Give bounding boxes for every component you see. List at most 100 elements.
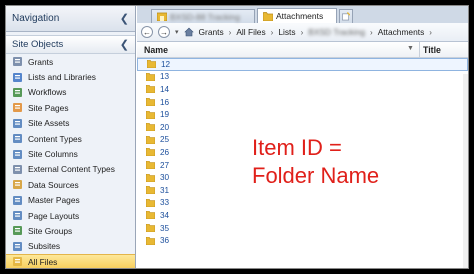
vertical-scrollbar[interactable] xyxy=(463,74,468,268)
collapse-site-objects-icon[interactable]: ❮ xyxy=(120,38,129,51)
breadcrumb-separator: › xyxy=(228,27,232,37)
breadcrumb-all-files[interactable]: All Files xyxy=(236,27,265,37)
sidebar-item-subsites[interactable]: Subsites xyxy=(6,239,135,254)
back-button[interactable]: ← xyxy=(141,26,153,38)
content-types-icon xyxy=(12,133,23,144)
column-title-label: Title xyxy=(423,45,441,55)
sidebar-item-label: Site Assets xyxy=(28,118,70,129)
folder-name[interactable]: 25 xyxy=(160,135,169,144)
folder-name[interactable]: 33 xyxy=(160,198,169,207)
folder-name[interactable]: 31 xyxy=(160,186,169,195)
folder-row[interactable]: 35 xyxy=(137,222,468,235)
sidebar-item-site-groups[interactable]: Site Groups xyxy=(6,223,135,238)
sidebar-item-external-content-types[interactable]: External Content Types xyxy=(6,162,135,177)
site-objects-header[interactable]: Site Objects ❮ xyxy=(6,35,135,54)
folder-row[interactable]: 36 xyxy=(137,234,468,247)
folder-row[interactable]: 14 xyxy=(137,83,468,96)
folder-name[interactable]: 26 xyxy=(160,148,169,157)
sidebar-item-label: Workflows xyxy=(28,87,67,98)
folder-name[interactable]: 34 xyxy=(160,211,169,220)
annotation-callout: Item ID = Folder Name xyxy=(252,134,379,190)
sidebar-item-grants[interactable]: Grants xyxy=(6,54,135,69)
tab-attachments[interactable]: Attachments xyxy=(257,8,337,23)
site-columns-icon xyxy=(12,149,23,160)
breadcrumb-separator: › xyxy=(429,27,432,37)
tab-list-tracking[interactable]: BXSD-88 Tracking xyxy=(151,9,255,23)
history-dropdown-icon[interactable]: ▾ xyxy=(175,28,179,36)
home-folder-icon xyxy=(157,12,167,21)
sidebar-item-site-pages[interactable]: Site Pages xyxy=(6,100,135,115)
folder-icon xyxy=(145,198,156,208)
column-name-label: Name xyxy=(144,45,168,55)
breadcrumb: ← → ▾ Grants › All Files › Lists › BXSD … xyxy=(137,23,468,42)
folder-row[interactable]: 13 xyxy=(137,71,468,84)
site-pages-icon xyxy=(12,102,23,113)
breadcrumb-grants[interactable]: Grants xyxy=(199,27,224,37)
folder-name[interactable]: 35 xyxy=(160,224,169,233)
navigation-header: Navigation ❮ xyxy=(6,6,135,32)
sort-dropdown-icon[interactable]: ▼ xyxy=(407,45,414,52)
sidebar-item-label: Subsites xyxy=(28,241,61,252)
tab-strip: BXSD-88 Tracking Attachments xyxy=(137,6,468,23)
folder-name[interactable]: 12 xyxy=(161,60,170,69)
navigation-pane: Navigation ❮ Site Objects ❮ Grants Lists … xyxy=(6,6,136,268)
folder-name[interactable]: 13 xyxy=(160,72,169,81)
folder-name[interactable]: 30 xyxy=(160,173,169,182)
subsites-icon xyxy=(12,241,23,252)
site-objects-title: Site Objects xyxy=(12,39,64,50)
sidebar-item-master-pages[interactable]: Master Pages xyxy=(6,193,135,208)
sidebar-item-label: Grants xyxy=(28,56,54,67)
sidebar-item-lists-and-libraries[interactable]: Lists and Libraries xyxy=(6,69,135,84)
folder-icon xyxy=(145,148,156,157)
sidebar-item-label: All Files xyxy=(28,256,58,267)
tab-label: BXSD-88 Tracking xyxy=(170,11,240,22)
folder-name[interactable]: 14 xyxy=(160,85,169,94)
folder-icon xyxy=(263,11,273,21)
site-groups-icon xyxy=(12,225,23,236)
folder-icon xyxy=(145,97,156,107)
folder-icon xyxy=(145,135,156,145)
collapse-navigation-icon[interactable]: ❮ xyxy=(120,12,129,25)
folder-name[interactable]: 36 xyxy=(160,236,169,245)
folder-row[interactable]: 19 xyxy=(137,108,468,121)
folder-icon xyxy=(145,173,156,182)
grants-icon xyxy=(12,56,23,67)
sidebar-item-label: Master Pages xyxy=(28,195,80,206)
sidebar-item-workflows[interactable]: Workflows xyxy=(6,85,135,100)
folder-row[interactable]: 16 xyxy=(137,96,468,109)
navigation-title: Navigation xyxy=(12,13,60,24)
sidebar-item-all-files[interactable]: All Files xyxy=(6,254,135,268)
folder-row[interactable]: 12 xyxy=(137,58,468,71)
folder-name[interactable]: 19 xyxy=(160,110,169,119)
sidebar-item-label: External Content Types xyxy=(28,164,115,175)
new-tab-button[interactable] xyxy=(339,9,353,23)
sidebar-item-page-layouts[interactable]: Page Layouts xyxy=(6,208,135,223)
sidebar-item-label: Page Layouts xyxy=(28,210,80,221)
forward-button[interactable]: → xyxy=(158,26,170,38)
folder-name[interactable]: 20 xyxy=(160,123,169,132)
folder-icon xyxy=(145,185,156,195)
folder-name[interactable]: 16 xyxy=(160,98,169,107)
column-name[interactable]: Name xyxy=(141,42,411,58)
lists-libraries-icon xyxy=(12,72,23,83)
breadcrumb-attachments[interactable]: Attachments xyxy=(378,27,425,37)
folder-icon xyxy=(146,59,157,69)
sidebar-item-site-columns[interactable]: Site Columns xyxy=(6,146,135,161)
new-tab-icon xyxy=(342,12,350,21)
sharepoint-designer-window: Navigation ❮ Site Objects ❮ Grants Lists … xyxy=(5,5,469,269)
page-layouts-icon xyxy=(12,210,23,221)
folder-icon xyxy=(145,236,156,245)
folder-name[interactable]: 27 xyxy=(160,161,169,170)
breadcrumb-list-tracking[interactable]: BXSD Tracking xyxy=(308,27,365,37)
folder-row[interactable]: 20 xyxy=(137,121,468,134)
site-assets-icon xyxy=(12,118,23,129)
external-content-types-icon xyxy=(12,164,23,175)
folder-row[interactable]: 33 xyxy=(137,197,468,210)
sidebar-item-data-sources[interactable]: Data Sources xyxy=(6,177,135,192)
breadcrumb-lists[interactable]: Lists xyxy=(278,27,295,37)
column-title[interactable]: Title xyxy=(419,42,468,58)
annotation-line-2: Folder Name xyxy=(252,163,380,188)
sidebar-item-content-types[interactable]: Content Types xyxy=(6,131,135,146)
sidebar-item-site-assets[interactable]: Site Assets xyxy=(6,116,135,131)
folder-row[interactable]: 34 xyxy=(137,209,468,222)
